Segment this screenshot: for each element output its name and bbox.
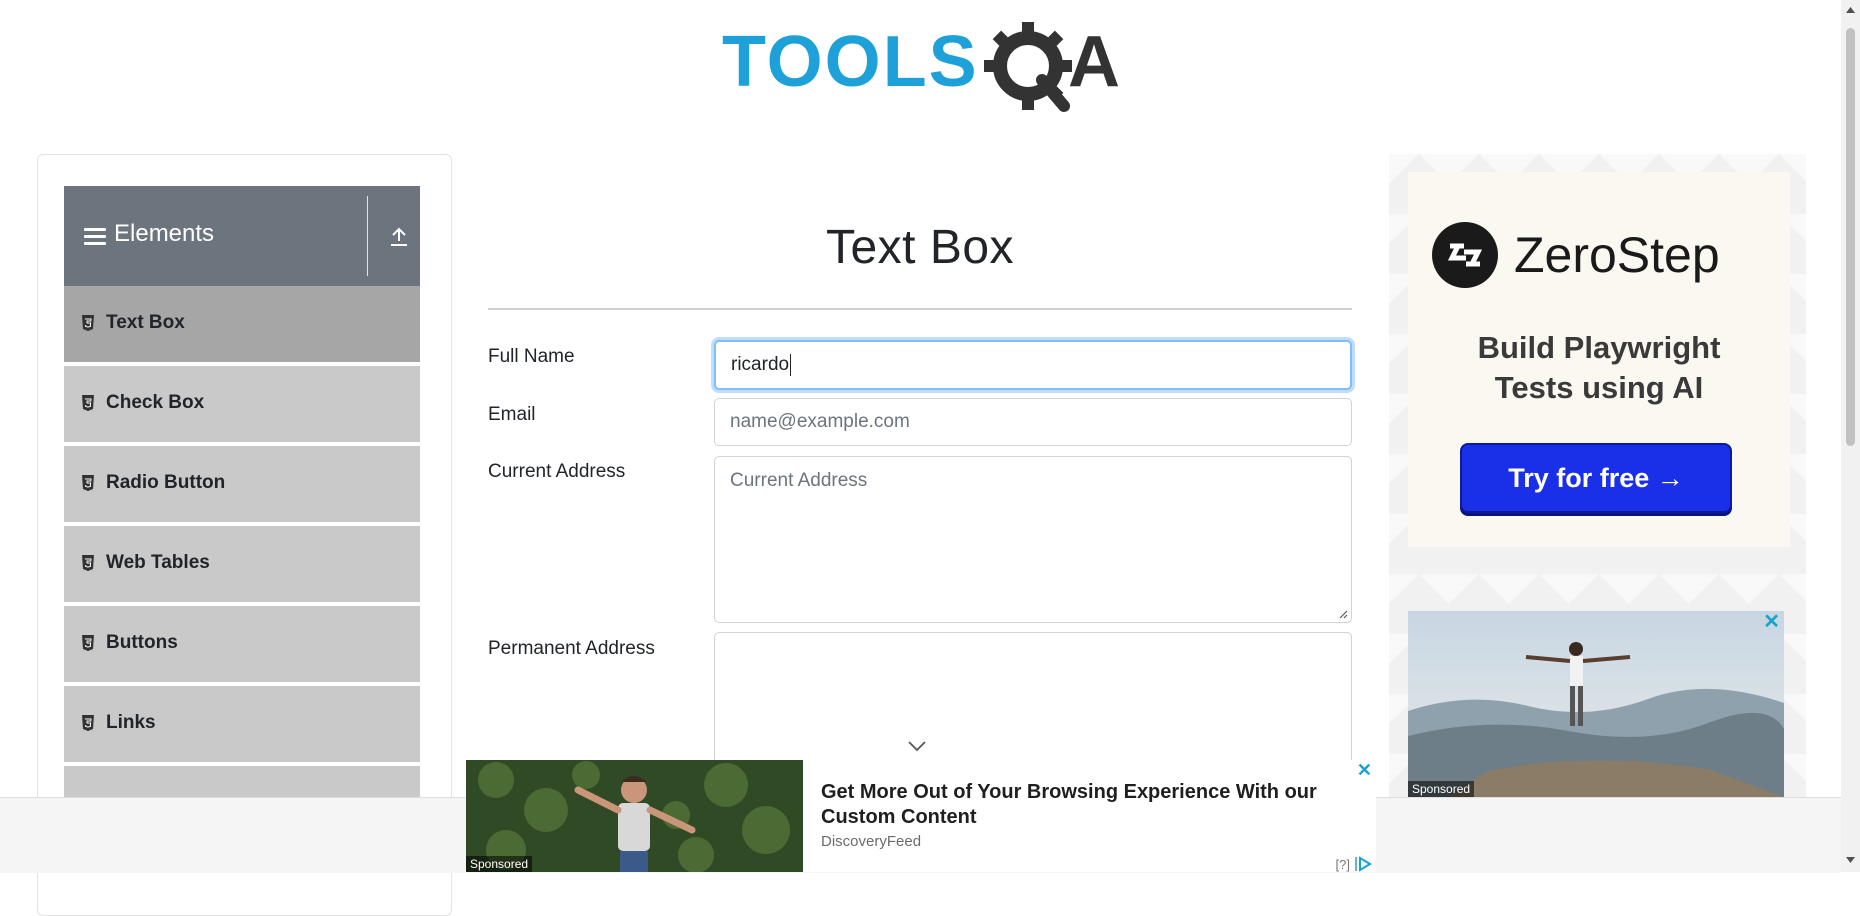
- svg-text:A: A: [1068, 22, 1120, 102]
- zerostep-brand: ZeroStep: [1514, 227, 1720, 283]
- zerostep-tagline: Build Playwright Tests using AI: [1408, 328, 1790, 408]
- html5-icon: [82, 395, 94, 411]
- tagline-line-1: Build Playwright: [1477, 330, 1721, 365]
- svg-text:TOOLS: TOOLS: [722, 22, 979, 102]
- sidebar-item-buttons[interactable]: Buttons: [64, 606, 420, 684]
- vertical-scrollbar[interactable]: [1841, 0, 1860, 872]
- html5-icon: [82, 635, 94, 651]
- sidebar-item-text-box[interactable]: Text Box: [64, 286, 420, 364]
- mountain-person-image: [1408, 611, 1784, 797]
- sidebar-item-label: Text Box: [106, 312, 185, 333]
- chevron-down-icon[interactable]: [907, 740, 927, 752]
- sidebar-item-links[interactable]: Links: [64, 686, 420, 764]
- elements-group-header[interactable]: Elements: [64, 186, 420, 287]
- html5-icon: [82, 555, 94, 571]
- email-placeholder: name@example.com: [730, 411, 910, 432]
- header-divider: [367, 196, 368, 276]
- full-name-label: Full Name: [488, 346, 575, 367]
- sidebar-item-check-box[interactable]: Check Box: [64, 366, 420, 444]
- close-ad-icon[interactable]: ✕: [1763, 611, 1780, 634]
- toolsqa-logo[interactable]: TOOLS A: [718, 14, 1128, 119]
- sidebar-item-label: Radio Button: [106, 472, 226, 493]
- hamburger-icon: [84, 228, 106, 246]
- title-divider: [488, 308, 1352, 310]
- try-for-free-button[interactable]: Try for free →: [1460, 443, 1732, 513]
- group-title: Elements: [114, 220, 215, 247]
- sponsored-label: Sponsored: [466, 856, 533, 872]
- bottom-ad-headline[interactable]: Get More Out of Your Browsing Experience…: [821, 780, 1341, 830]
- bottom-ad[interactable]: Sponsored Get More Out of Your Browsing …: [466, 760, 1376, 872]
- full-name-input[interactable]: ricardo: [714, 340, 1352, 390]
- sidebar-item-radio-button[interactable]: Radio Button: [64, 446, 420, 524]
- current-address-textarea[interactable]: Current Address: [714, 456, 1352, 623]
- scroll-up-arrow-icon[interactable]: [1845, 6, 1856, 14]
- bottom-ad-photo[interactable]: Sponsored: [466, 760, 803, 872]
- sponsored-label: Sponsored: [1408, 781, 1475, 797]
- scroll-down-arrow-icon[interactable]: [1845, 856, 1856, 864]
- current-address-placeholder: Current Address: [730, 470, 868, 491]
- html5-icon: [82, 315, 94, 331]
- html5-icon: [82, 715, 94, 731]
- zerostep-logo-icon: [1432, 222, 1498, 288]
- ad-info[interactable]: [?]: [1336, 856, 1372, 872]
- tagline-line-2: Tests using AI: [1494, 370, 1704, 405]
- scrollbar-thumb[interactable]: [1846, 28, 1855, 446]
- close-ad-icon[interactable]: ✕: [1357, 760, 1372, 781]
- zerostep-ad[interactable]: ZeroStep Build Playwright Tests using AI…: [1408, 172, 1790, 547]
- sidebar-item-label: Links: [106, 712, 156, 733]
- right-ad-photo[interactable]: ✕ Sponsored: [1408, 611, 1784, 797]
- current-address-label: Current Address: [488, 461, 626, 482]
- email-input[interactable]: name@example.com: [714, 398, 1352, 446]
- site-header: TOOLS A: [0, 0, 1841, 125]
- adchoices-icon: [1355, 856, 1372, 872]
- resize-handle-icon[interactable]: [1338, 609, 1348, 619]
- sidebar-item-label: Web Tables: [106, 552, 210, 573]
- bottom-ad-source: DiscoveryFeed: [821, 833, 922, 850]
- sidebar-item-label: Buttons: [106, 632, 178, 653]
- sidebar-item-label: Check Box: [106, 392, 205, 413]
- email-label: Email: [488, 404, 536, 425]
- collapse-up-icon[interactable]: [388, 226, 410, 248]
- full-name-value: ricardo: [731, 354, 790, 375]
- text-caret: [790, 354, 792, 376]
- html5-icon: [82, 475, 94, 491]
- permanent-address-label: Permanent Address: [488, 638, 655, 659]
- ad-info-label: [?]: [1335, 856, 1350, 872]
- page-title: Text Box: [825, 221, 1015, 274]
- sidebar-item-web-tables[interactable]: Web Tables: [64, 526, 420, 604]
